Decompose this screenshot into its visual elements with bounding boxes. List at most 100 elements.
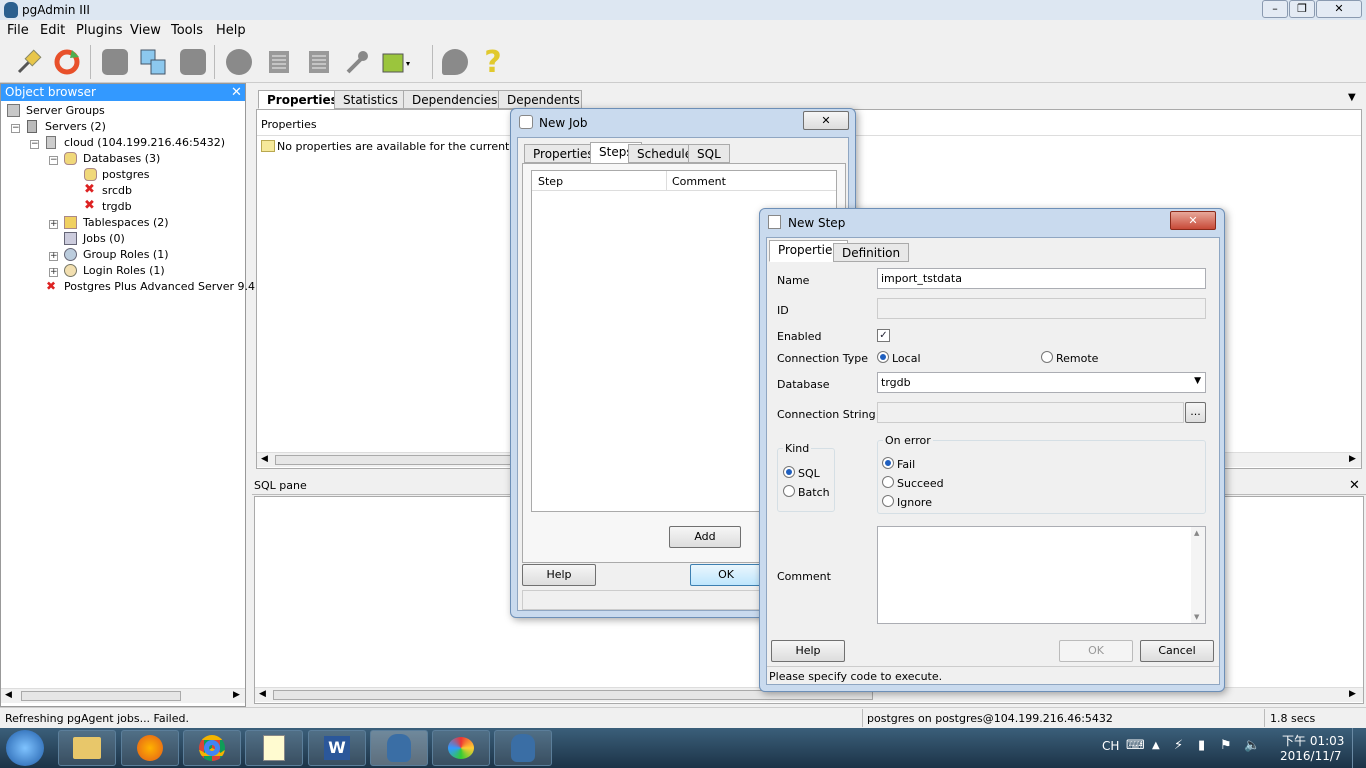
kind-group <box>777 448 835 512</box>
database-select[interactable]: trgdb ▼ <box>877 372 1206 393</box>
clock-time[interactable]: 下午 01:03 <box>1282 732 1344 749</box>
on-error-fail-label: Fail <box>897 458 916 471</box>
on-error-fail-radio[interactable] <box>882 457 894 469</box>
explorer-task-icon[interactable] <box>58 730 116 766</box>
minimize-button[interactable]: – <box>1262 0 1288 18</box>
close-window-button[interactable]: ✕ <box>1316 0 1362 18</box>
tab-dependencies[interactable]: Dependencies <box>403 90 499 109</box>
tab-step-definition[interactable]: Definition <box>833 243 910 262</box>
expand-icon[interactable]: + <box>49 268 58 277</box>
sql-pane-title: SQL pane <box>254 479 307 492</box>
word-task-icon[interactable]: W <box>308 730 366 766</box>
kind-batch-radio[interactable] <box>783 485 795 497</box>
new-step-close-button[interactable]: ✕ <box>1170 211 1216 230</box>
column-comment[interactable]: Comment <box>672 175 726 188</box>
sql-icon[interactable] <box>222 45 256 79</box>
expand-icon[interactable]: + <box>49 220 58 229</box>
database-label: Database <box>777 378 830 391</box>
menu-tools[interactable]: Tools <box>171 23 203 38</box>
toolbar: ? <box>0 41 1366 83</box>
app-logo-icon <box>4 2 18 18</box>
flag-icon[interactable]: ⚑ <box>1220 738 1232 753</box>
hint-icon[interactable] <box>438 45 472 79</box>
delete-icon[interactable] <box>176 45 210 79</box>
job-icon <box>519 115 533 129</box>
enabled-checkbox[interactable]: ✓ <box>877 329 890 342</box>
object-icon[interactable] <box>98 45 132 79</box>
kind-label: Kind <box>783 442 812 455</box>
local-radio[interactable] <box>877 351 889 363</box>
job-ok-button[interactable]: OK <box>690 564 762 586</box>
pgadmin-task-icon[interactable] <box>370 730 428 766</box>
new-step-dialog: New Step ✕ Properties Definition Name im… <box>759 208 1225 692</box>
power-icon[interactable]: ⚡ <box>1174 738 1183 753</box>
connection-string-browse-button[interactable]: ... <box>1185 402 1206 423</box>
paint-task-icon[interactable] <box>432 730 490 766</box>
show-desktop-button[interactable] <box>1352 728 1366 768</box>
step-help-button[interactable]: Help <box>771 640 845 662</box>
enabled-label: Enabled <box>777 330 822 343</box>
collapse-icon[interactable]: − <box>49 156 58 165</box>
maintenance-icon[interactable] <box>340 45 374 79</box>
volume-icon[interactable]: 🔈 <box>1244 738 1260 753</box>
on-error-ignore-radio[interactable] <box>882 495 894 507</box>
menu-edit[interactable]: Edit <box>40 23 65 38</box>
kind-batch-label: Batch <box>798 486 830 499</box>
object-browser: Object browser ✕ Server Groups − Servers… <box>0 83 273 707</box>
close-object-browser-icon[interactable]: ✕ <box>231 85 242 100</box>
maximize-button[interactable]: ❐ <box>1289 0 1315 18</box>
menu-plugins[interactable]: Plugins <box>76 23 123 38</box>
comment-label: Comment <box>777 570 831 583</box>
step-cancel-button[interactable]: Cancel <box>1140 640 1214 662</box>
new-step-title: New Step <box>788 216 846 230</box>
on-error-succeed-radio[interactable] <box>882 476 894 488</box>
connection-string-field <box>877 402 1184 423</box>
collapse-icon[interactable]: − <box>11 124 20 133</box>
collapse-icon[interactable]: − <box>30 140 39 149</box>
name-field[interactable]: import_tstdata <box>877 268 1206 289</box>
keyboard-icon[interactable]: ⌨ <box>1126 738 1145 753</box>
step-ok-button[interactable]: OK <box>1059 640 1133 662</box>
close-sql-pane-icon[interactable]: ✕ <box>1349 478 1360 493</box>
on-error-ignore-label: Ignore <box>897 496 932 509</box>
menu-help[interactable]: Help <box>216 23 246 38</box>
help-icon[interactable]: ? <box>476 45 510 80</box>
comment-textarea[interactable]: ▲ ▼ <box>877 526 1206 624</box>
chrome-task-icon[interactable] <box>183 730 241 766</box>
tray-expand-icon[interactable]: ▲ <box>1152 740 1160 751</box>
refresh-icon[interactable] <box>50 45 84 79</box>
menu-view[interactable]: View <box>130 23 161 38</box>
menu-file[interactable]: File <box>7 23 29 38</box>
vertical-scrollbar[interactable]: ▲ ▼ <box>1191 527 1205 623</box>
tab-job-sql[interactable]: SQL <box>688 144 730 163</box>
start-button[interactable] <box>6 730 44 766</box>
local-label: Local <box>892 352 921 365</box>
network-icon[interactable]: ▮ <box>1198 738 1205 753</box>
column-step[interactable]: Step <box>538 175 563 188</box>
disconnected-db-icon: ✖ <box>84 182 95 197</box>
window-titlebar: pgAdmin III – ❐ ✕ <box>0 0 1366 20</box>
expand-icon[interactable]: + <box>49 252 58 261</box>
tab-menu-arrow-icon[interactable]: ▼ <box>1348 92 1356 103</box>
horizontal-scrollbar[interactable]: ◀ ▶ <box>1 688 245 703</box>
add-step-button[interactable]: Add <box>669 526 741 548</box>
notepad-task-icon[interactable] <box>245 730 303 766</box>
connect-icon[interactable] <box>12 45 46 79</box>
plugin-icon[interactable] <box>378 45 412 79</box>
tab-statistics[interactable]: Statistics <box>334 90 404 109</box>
clock-date[interactable]: 2016/11/7 <box>1280 749 1342 763</box>
job-help-button[interactable]: Help <box>522 564 596 586</box>
data-view-icon[interactable] <box>262 45 296 79</box>
query-icon[interactable] <box>136 45 170 79</box>
pgadmin-task-icon-2[interactable] <box>494 730 552 766</box>
filtered-data-icon[interactable] <box>302 45 336 79</box>
tab-dependents[interactable]: Dependents <box>498 90 582 109</box>
taskbar: W CH ⌨ ▲ ⚡ ▮ ⚑ 🔈 下午 01:03 2016/11/7 <box>0 728 1366 768</box>
language-indicator[interactable]: CH <box>1102 739 1119 753</box>
remote-radio[interactable] <box>1041 351 1053 363</box>
new-job-close-button[interactable]: ✕ <box>803 111 849 130</box>
id-label: ID <box>777 304 789 317</box>
on-error-succeed-label: Succeed <box>897 477 944 490</box>
kind-sql-radio[interactable] <box>783 466 795 478</box>
firefox-task-icon[interactable] <box>121 730 179 766</box>
